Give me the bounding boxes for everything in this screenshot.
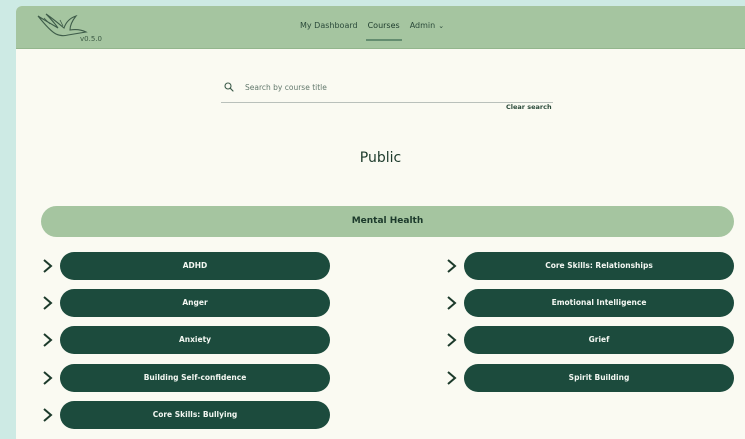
chevron-right-icon[interactable]	[445, 370, 459, 386]
course-row: Grief	[445, 326, 735, 354]
course-row: ADHD	[41, 252, 331, 280]
clear-search-link[interactable]: Clear search	[506, 103, 552, 111]
course-row: Core Skills: Relationships	[445, 252, 735, 280]
chevron-right-icon[interactable]	[41, 407, 55, 423]
course-row: Anger	[41, 289, 331, 317]
course-button[interactable]: Core Skills: Bullying	[60, 401, 330, 429]
nav-my-dashboard[interactable]: My Dashboard	[300, 21, 358, 30]
nav-admin[interactable]: Admin ⌄	[410, 21, 444, 30]
course-row: Anxiety	[41, 326, 331, 354]
chevron-right-icon[interactable]	[41, 258, 55, 274]
page-title: Public	[359, 150, 402, 166]
chevron-right-icon[interactable]	[445, 295, 459, 311]
course-row: Spirit Building	[445, 364, 735, 392]
chevron-right-icon[interactable]	[41, 332, 55, 348]
course-button[interactable]: ADHD	[60, 252, 330, 280]
chevron-right-icon[interactable]	[41, 295, 55, 311]
course-row: Building Self-confidence	[41, 364, 331, 392]
course-button[interactable]: Building Self-confidence	[60, 364, 330, 392]
course-row: Emotional Intelligence	[445, 289, 735, 317]
course-button[interactable]: Anxiety	[60, 326, 330, 354]
top-navbar: v0.5.0 My Dashboard Courses Admin ⌄	[16, 6, 745, 49]
chevron-down-icon: ⌄	[438, 22, 445, 30]
nav-courses[interactable]: Courses	[365, 21, 402, 41]
chevron-right-icon[interactable]	[445, 332, 459, 348]
course-row: Core Skills: Bullying	[41, 401, 331, 429]
nav-admin-label: Admin	[409, 21, 436, 30]
app-window: v0.5.0 My Dashboard Courses Admin⌄ Clear…	[16, 6, 745, 439]
chevron-right-icon[interactable]	[445, 258, 459, 274]
course-button[interactable]: Spirit Building	[464, 364, 734, 392]
course-button[interactable]: Grief	[464, 326, 734, 354]
chevron-right-icon[interactable]	[41, 370, 55, 386]
course-button[interactable]: Core Skills: Relationships	[464, 252, 734, 280]
search-input[interactable]	[245, 80, 545, 94]
app-version: v0.5.0	[80, 35, 102, 43]
category-header-mental-health[interactable]: Mental Health	[41, 206, 734, 237]
course-button[interactable]: Anger	[60, 289, 330, 317]
search-bar	[221, 78, 553, 103]
course-button[interactable]: Emotional Intelligence	[464, 289, 734, 317]
main-nav: My Dashboard Courses Admin ⌄	[300, 21, 444, 41]
search-icon	[224, 82, 234, 92]
